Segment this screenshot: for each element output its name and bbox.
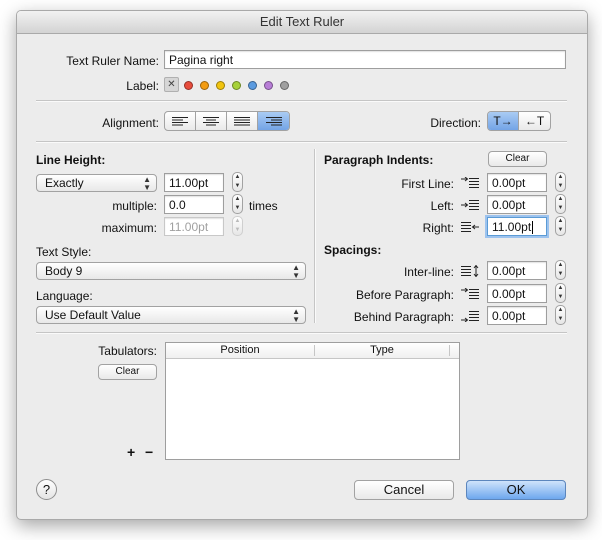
alignment-label: Alignment: xyxy=(102,116,159,130)
ruler-name-input[interactable]: Pagina right xyxy=(164,50,566,69)
column-divider xyxy=(449,345,450,356)
behind-paragraph-icon xyxy=(461,311,479,322)
add-tabulator-button[interactable]: + xyxy=(127,444,135,460)
cancel-button[interactable]: Cancel xyxy=(354,480,454,500)
remove-tabulator-button[interactable]: − xyxy=(145,444,153,460)
label-color-purple[interactable] xyxy=(264,81,273,90)
paragraph-indents-heading: Paragraph Indents: xyxy=(324,153,434,167)
text-style-label: Text Style: xyxy=(36,245,92,259)
line-height-mode-popup[interactable]: Exactly ▲ ▼ xyxy=(36,174,157,192)
times-label: times xyxy=(249,199,278,213)
behind-paragraph-stepper[interactable]: ▲ ▼ xyxy=(555,305,566,325)
language-label: Language: xyxy=(36,289,93,303)
label-color-blue[interactable] xyxy=(248,81,257,90)
first-line-indent-icon xyxy=(461,177,479,188)
right-input-value: 11.00pt xyxy=(492,220,532,234)
language-value: Use Default Value xyxy=(45,308,141,322)
column-header-position[interactable]: Position xyxy=(166,343,314,358)
vertical-separator xyxy=(314,149,316,323)
align-justify-icon xyxy=(234,117,250,126)
label-clear-icon[interactable]: ✕ xyxy=(164,77,179,92)
first-line-label: First Line: xyxy=(401,177,454,191)
right-label: Right: xyxy=(422,221,454,235)
maximum-stepper[interactable]: ▲ ▼ xyxy=(232,216,243,236)
tabulators-table-header: Position Type xyxy=(166,343,459,359)
multiple-input[interactable]: 0.0 xyxy=(164,195,224,214)
before-paragraph-stepper[interactable]: ▲ ▼ xyxy=(555,283,566,303)
tabulators-clear-button[interactable]: Clear xyxy=(98,364,157,380)
line-height-input[interactable]: 11.00pt xyxy=(164,173,224,192)
direction-segmented-control[interactable]: T→ ←T xyxy=(487,111,551,131)
left-input[interactable]: 0.00pt xyxy=(487,195,547,214)
multiple-stepper[interactable]: ▲ ▼ xyxy=(232,194,243,214)
column-header-type[interactable]: Type xyxy=(315,343,449,358)
edit-text-ruler-dialog: Edit Text Ruler Text Ruler Name: Pagina … xyxy=(16,10,588,520)
before-paragraph-input[interactable]: 0.00pt xyxy=(487,284,547,303)
first-line-input[interactable]: 0.00pt xyxy=(487,173,547,192)
separator xyxy=(36,332,567,334)
multiple-label: multiple: xyxy=(112,199,157,213)
behind-paragraph-label: Behind Paragraph: xyxy=(353,310,454,324)
align-center-icon xyxy=(203,117,219,126)
direction-rtl-button[interactable]: ←T xyxy=(519,112,550,130)
right-indent-icon xyxy=(461,222,479,232)
inter-line-spacing-icon xyxy=(461,265,479,277)
align-right-button[interactable] xyxy=(258,112,289,130)
first-line-stepper[interactable]: ▲ ▼ xyxy=(555,172,566,192)
label-color-green[interactable] xyxy=(232,81,241,90)
align-right-icon xyxy=(265,117,282,126)
maximum-label: maximum: xyxy=(101,221,157,235)
align-left-icon xyxy=(172,117,188,126)
label-color-orange[interactable] xyxy=(200,81,209,90)
line-height-mode-value: Exactly xyxy=(45,176,84,190)
left-indent-icon xyxy=(461,200,479,210)
left-label: Left: xyxy=(430,199,454,213)
help-button[interactable]: ? xyxy=(36,479,57,500)
behind-paragraph-input[interactable]: 0.00pt xyxy=(487,306,547,325)
before-paragraph-icon xyxy=(461,288,479,299)
language-popup[interactable]: Use Default Value ▲ ▼ xyxy=(36,306,306,324)
text-style-value: Body 9 xyxy=(45,264,83,278)
inter-line-input[interactable]: 0.00pt xyxy=(487,261,547,280)
maximum-input[interactable]: 11.00pt xyxy=(164,217,224,236)
alignment-segmented-control[interactable] xyxy=(164,111,290,131)
before-paragraph-label: Before Paragraph: xyxy=(355,288,454,302)
popup-arrows-icon: ▲ ▼ xyxy=(292,307,300,324)
ruler-name-label: Text Ruler Name: xyxy=(66,54,159,68)
align-justify-button[interactable] xyxy=(227,112,258,130)
inter-line-stepper[interactable]: ▲ ▼ xyxy=(555,260,566,280)
direction-ltr-button[interactable]: T→ xyxy=(488,112,519,130)
right-input[interactable]: 11.00pt xyxy=(487,217,547,236)
indents-clear-button[interactable]: Clear xyxy=(488,151,547,167)
ok-button[interactable]: OK xyxy=(466,480,566,500)
align-center-button[interactable] xyxy=(196,112,227,130)
line-height-heading: Line Height: xyxy=(36,153,106,167)
separator xyxy=(36,100,567,102)
popup-arrows-icon: ▲ ▼ xyxy=(143,175,151,192)
spacings-heading: Spacings: xyxy=(324,243,382,257)
label-label: Label: xyxy=(126,79,159,93)
separator xyxy=(36,141,567,143)
right-stepper[interactable]: ▲ ▼ xyxy=(555,216,566,236)
window-title: Edit Text Ruler xyxy=(17,11,587,34)
line-height-stepper[interactable]: ▲ ▼ xyxy=(232,172,243,192)
text-caret xyxy=(532,221,534,235)
text-style-popup[interactable]: Body 9 ▲ ▼ xyxy=(36,262,306,280)
label-color-red[interactable] xyxy=(184,81,193,90)
left-stepper[interactable]: ▲ ▼ xyxy=(555,194,566,214)
align-left-button[interactable] xyxy=(165,112,196,130)
label-color-gray[interactable] xyxy=(280,81,289,90)
popup-arrows-icon: ▲ ▼ xyxy=(292,263,300,280)
direction-label: Direction: xyxy=(430,116,481,130)
tabulators-table[interactable]: Position Type xyxy=(165,342,460,460)
inter-line-label: Inter-line: xyxy=(403,265,454,279)
label-color-yellow[interactable] xyxy=(216,81,225,90)
tabulators-label: Tabulators: xyxy=(98,344,157,358)
